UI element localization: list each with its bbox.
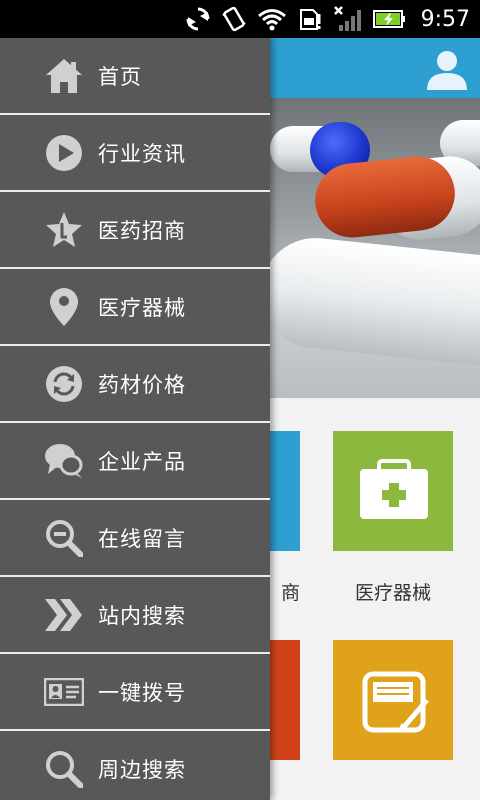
id-card-icon <box>44 672 84 712</box>
location-pin-icon <box>44 287 84 327</box>
menu-item-label: 在线留言 <box>98 526 186 551</box>
vibrate-icon <box>221 6 246 32</box>
notepad-icon <box>362 671 429 733</box>
menu-item-news[interactable]: 行业资讯 <box>0 115 270 192</box>
capsule-shape <box>255 232 480 374</box>
menu-item-label: 医疗器械 <box>98 295 186 320</box>
menu-item-dial[interactable]: 一键拨号 <box>0 654 270 731</box>
menu-item-prices[interactable]: 药材价格 <box>0 346 270 423</box>
medical-kit-icon <box>360 459 428 519</box>
search-icon <box>44 749 84 789</box>
status-time: 9:57 <box>420 6 470 32</box>
battery-charging-icon <box>372 10 405 28</box>
wifi-icon <box>257 9 286 31</box>
menu-item-label: 医药招商 <box>98 218 186 243</box>
user-icon[interactable] <box>424 46 470 92</box>
menu-item-site-search[interactable]: 站内搜索 <box>0 577 270 654</box>
menu-item-nearby-search[interactable]: 周边搜索 <box>0 731 270 800</box>
home-icon <box>44 56 84 96</box>
menu-item-home[interactable]: 首页 <box>0 38 270 115</box>
star-icon <box>44 210 84 250</box>
menu-item-products[interactable]: 企业产品 <box>0 423 270 500</box>
menu-item-label: 首页 <box>98 64 142 89</box>
tile-label: 医疗器械 <box>354 582 431 604</box>
zoom-out-icon <box>44 518 84 558</box>
sd-card-icon <box>299 9 321 30</box>
refresh-icon <box>44 364 84 404</box>
tile-orange[interactable] <box>333 640 453 760</box>
menu-item-label: 周边搜索 <box>98 757 186 782</box>
status-bar: 9:57 <box>0 0 480 38</box>
menu-item-devices[interactable]: 医疗器械 <box>0 269 270 346</box>
navigation-drawer: 首页 行业资讯 医药招商 医疗器械 药材价格 企业产品 在线留言 站内搜索 一键… <box>0 38 270 800</box>
no-signal-icon <box>333 6 361 31</box>
menu-item-label: 企业产品 <box>98 449 186 474</box>
double-chevron-icon <box>44 595 84 635</box>
menu-item-label: 一键拨号 <box>98 680 186 705</box>
tile-yiliao-qixie[interactable] <box>333 431 453 551</box>
menu-item-label: 站内搜索 <box>98 603 186 628</box>
menu-item-label: 药材价格 <box>98 372 186 397</box>
sync-icon <box>186 7 210 31</box>
menu-item-investment[interactable]: 医药招商 <box>0 192 270 269</box>
menu-item-message[interactable]: 在线留言 <box>0 500 270 577</box>
screen: 9:57 商 医疗器械 首页 行业资讯 医药招商 医疗器械 药材价格 企业产品 … <box>0 0 480 800</box>
menu-item-label: 行业资讯 <box>98 141 186 166</box>
play-icon <box>44 133 84 173</box>
chat-icon <box>44 441 84 481</box>
